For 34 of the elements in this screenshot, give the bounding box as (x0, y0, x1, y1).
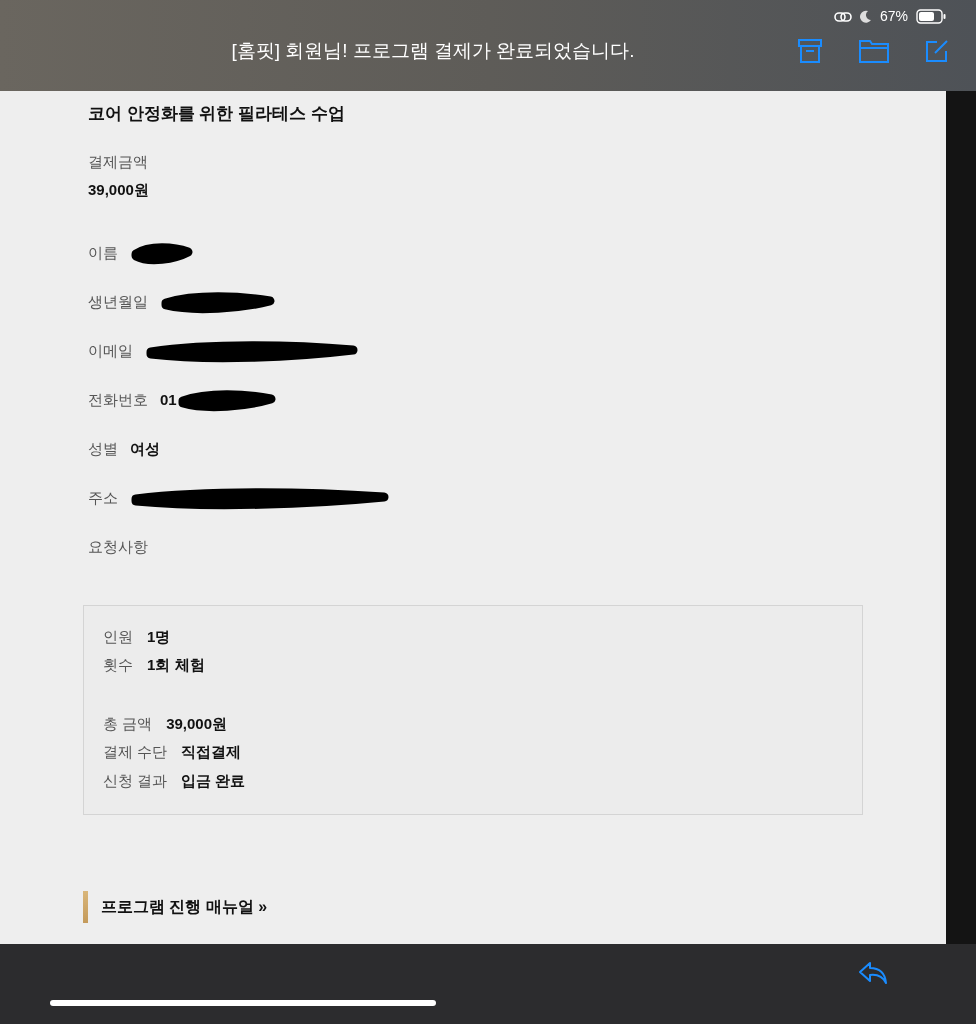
manual-link[interactable]: 프로그램 진행 매뉴얼 » (101, 894, 268, 919)
field-label: 성별 (88, 439, 118, 460)
field-label: 이름 (88, 243, 118, 264)
link-icon (833, 10, 852, 23)
summary-label: 신청 결과 (103, 770, 168, 791)
summary-value: 직접결제 (181, 742, 242, 762)
redaction-scribble (130, 242, 194, 265)
field-label: 전화번호 (88, 390, 148, 411)
payment-amount: 39,000원 (88, 180, 150, 200)
archive-icon[interactable] (796, 38, 824, 65)
field-value: 01 (160, 390, 177, 411)
program-title: 코어 안정화를 위한 필라테스 수업 (88, 103, 346, 125)
summary-label: 횟수 (103, 655, 133, 675)
summary-value: 39,000원 (166, 713, 228, 734)
compose-icon[interactable] (924, 38, 950, 65)
moon-icon (859, 10, 872, 23)
summary-label: 결제 수단 (103, 742, 168, 762)
reply-icon[interactable] (858, 960, 888, 986)
summary-value: 1회 체험 (147, 655, 205, 675)
field-label: 생년월일 (88, 292, 148, 313)
field-label: 요청사항 (88, 537, 148, 558)
summary-label: 인원 (103, 626, 133, 647)
summary-label: 총 금액 (103, 713, 153, 734)
summary-value: 1명 (147, 626, 171, 647)
mail-subject: [홈핏] 회원님! 프로그램 결제가 완료되었습니다. (231, 39, 635, 63)
field-value: 여성 (130, 439, 160, 460)
field-label: 주소 (88, 488, 118, 509)
battery-percent: 67% (879, 7, 908, 26)
folder-icon[interactable] (858, 38, 890, 65)
accent-bar (83, 890, 88, 923)
summary-value: 입금 완료 (181, 770, 246, 791)
field-label: 이메일 (88, 341, 133, 362)
battery-icon (916, 9, 946, 24)
payment-label: 결제금액 (88, 151, 149, 172)
